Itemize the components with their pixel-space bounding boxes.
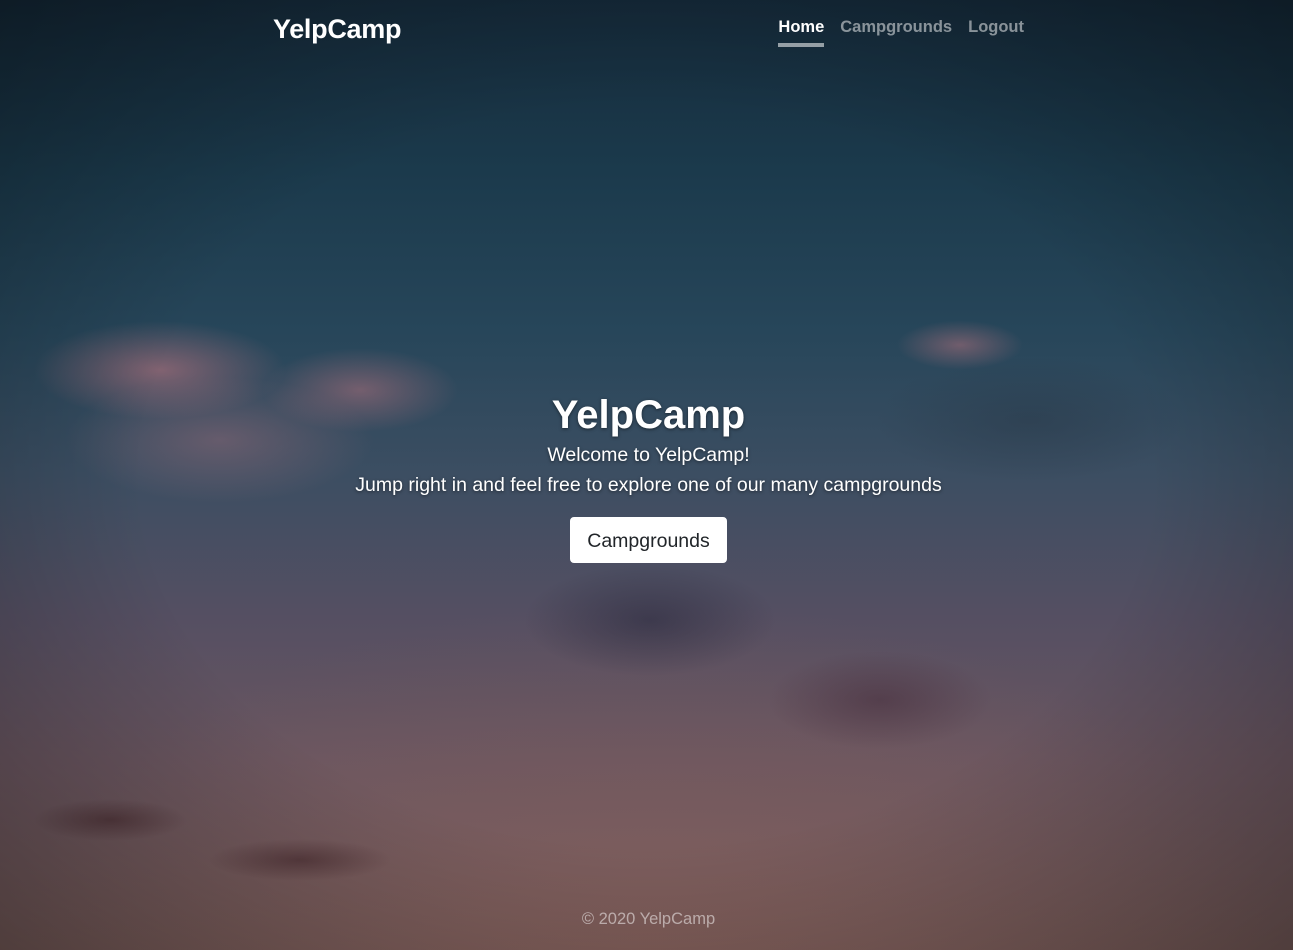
top-navbar: YelpCamp Home Campgrounds Logout (273, 0, 1024, 62)
hero-welcome-text: Welcome to YelpCamp! (547, 444, 750, 466)
cover-container: YelpCamp Home Campgrounds Logout YelpCam… (273, 0, 1024, 950)
nav-link-campgrounds[interactable]: Campgrounds (840, 18, 952, 47)
campgrounds-button[interactable]: Campgrounds (570, 517, 727, 563)
footer: © 2020 YelpCamp (273, 910, 1024, 929)
hero-section: YelpCamp Welcome to YelpCamp! Jump right… (273, 390, 1024, 563)
hero-tagline: Jump right in and feel free to explore o… (355, 474, 942, 496)
copyright-text: © 2020 YelpCamp (581, 910, 716, 928)
nav-link-home[interactable]: Home (778, 18, 825, 47)
nav-links: Home Campgrounds Logout (778, 18, 1024, 47)
nav-link-logout[interactable]: Logout (968, 18, 1024, 47)
hero-title: YelpCamp (551, 393, 746, 437)
brand-logo[interactable]: YelpCamp (273, 14, 401, 45)
